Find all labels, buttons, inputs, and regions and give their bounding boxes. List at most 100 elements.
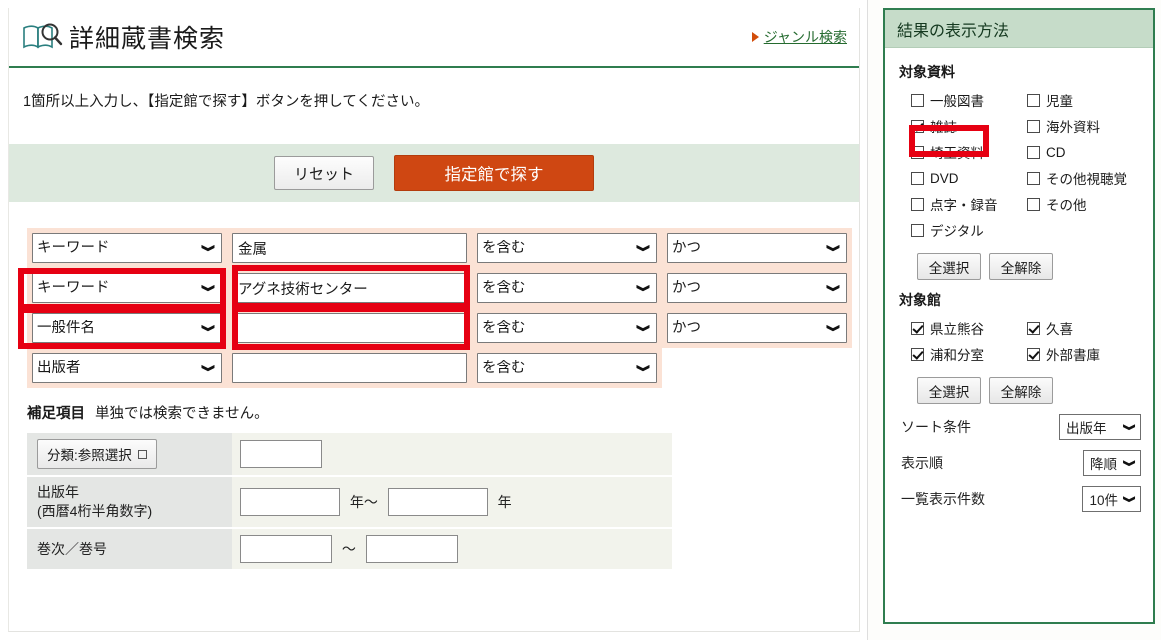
- checkbox-unchecked-icon[interactable]: [911, 93, 924, 107]
- search-field-select-1[interactable]: キーワード: [32, 273, 222, 303]
- action-button-band: リセット 指定館で探す: [9, 144, 859, 202]
- material-checkbox-1[interactable]: 児童: [1027, 89, 1143, 111]
- search-boolean-cell: かつ ❱: [662, 308, 852, 348]
- material-checkbox-0[interactable]: 一般図書: [911, 89, 1027, 111]
- materials-bulk-buttons: 全選択 全解除: [917, 253, 1143, 280]
- genre-search-link[interactable]: ジャンル検索: [764, 27, 847, 47]
- search-operator-select-2[interactable]: を含む: [477, 313, 657, 343]
- chevron-down-icon: ❱: [1122, 421, 1137, 433]
- search-row: キーワード❱ を含む❱かつ❱: [27, 268, 859, 308]
- triangle-bullet-icon: [751, 32, 759, 42]
- book-search-icon: [21, 20, 65, 54]
- material-checkbox-label: 点字・録音: [930, 198, 998, 213]
- chevron-down-icon: ❱: [1122, 457, 1137, 469]
- volume-to-input[interactable]: [365, 534, 458, 563]
- checkbox-checked-icon[interactable]: [911, 347, 924, 361]
- search-button[interactable]: 指定館で探す: [394, 155, 594, 191]
- popup-window-icon: [137, 449, 147, 459]
- volume-separator: ～: [341, 540, 356, 557]
- libraries-group-title: 対象館: [899, 292, 941, 308]
- checkbox-unchecked-icon[interactable]: [911, 197, 924, 211]
- volume-input-cell: ～: [232, 527, 672, 571]
- search-field-select-0[interactable]: キーワード: [32, 233, 222, 263]
- library-checkbox-label: 久喜: [1046, 322, 1073, 337]
- checkbox-checked-icon[interactable]: [1027, 321, 1040, 335]
- library-checkbox-label: 外部書庫: [1046, 348, 1100, 363]
- material-checkbox-5[interactable]: CD: [1027, 141, 1143, 163]
- libraries-clear-all-button[interactable]: 全解除: [989, 377, 1053, 404]
- results-per-page-value: 10件: [1089, 493, 1118, 508]
- genre-search-link-wrap[interactable]: ジャンル検索: [751, 27, 847, 47]
- materials-group-title: 対象資料: [899, 64, 955, 80]
- materials-checkbox-grid: 一般図書 児童 雑誌 海外資料埼玉資料 CD DVD その他視聴覚点字・録音 その他デジタル: [911, 89, 1143, 241]
- material-checkbox-10[interactable]: デジタル: [911, 219, 1027, 241]
- reset-button[interactable]: リセット: [274, 156, 374, 190]
- search-operator-select-3[interactable]: を含む: [477, 353, 657, 383]
- libraries-select-all-button[interactable]: 全選択: [917, 377, 981, 404]
- material-checkbox-2[interactable]: 雑誌: [911, 115, 1027, 137]
- material-checkbox-8[interactable]: 点字・録音: [911, 193, 1027, 215]
- sort-condition-row: ソート条件 出版年 ❱: [901, 414, 1141, 440]
- checkbox-checked-icon[interactable]: [911, 119, 924, 133]
- material-checkbox-label: 埼玉資料: [930, 146, 984, 161]
- classification-input[interactable]: [240, 440, 322, 468]
- search-field-select-3[interactable]: 出版者: [32, 353, 222, 383]
- volume-label-cell: 巻次／巻号: [27, 527, 232, 571]
- search-field-cell: 一般件名 ❱: [27, 308, 227, 348]
- checkbox-unchecked-icon[interactable]: [1027, 93, 1040, 107]
- search-form-container: 詳細蔵書検索 ジャンル検索 1箇所以上入力し、【指定館で探す】ボタンを押してくだ…: [8, 8, 860, 632]
- search-value-cell: [227, 228, 472, 268]
- checkbox-unchecked-icon[interactable]: [1027, 145, 1040, 159]
- volume-from-input[interactable]: [240, 534, 332, 563]
- search-value-input-1[interactable]: [232, 273, 467, 303]
- checkbox-checked-icon[interactable]: [1027, 347, 1040, 361]
- search-field-select-2[interactable]: 一般件名: [32, 313, 222, 343]
- checkbox-unchecked-icon[interactable]: [911, 145, 924, 159]
- library-checkbox-1[interactable]: 久喜: [1027, 317, 1143, 339]
- library-checkbox-label: 浦和分室: [930, 348, 984, 363]
- sort-condition-select[interactable]: 出版年 ❱: [1059, 414, 1141, 440]
- material-checkbox-9[interactable]: その他: [1027, 193, 1143, 215]
- pubyear-to-input[interactable]: [387, 487, 488, 516]
- search-row: キーワード❱ を含む❱かつ❱: [27, 228, 859, 268]
- sort-order-select[interactable]: 降順 ❱: [1083, 450, 1141, 476]
- classification-label-cell: 分類:参照選択: [27, 433, 232, 477]
- instruction-text: 1箇所以上入力し、【指定館で探す】ボタンを押してください。: [23, 94, 429, 110]
- material-checkbox-label: デジタル: [930, 224, 984, 239]
- search-value-cell: [227, 348, 472, 388]
- checkbox-unchecked-icon[interactable]: [1027, 171, 1040, 185]
- search-value-cell: [227, 308, 472, 348]
- results-per-page-select[interactable]: 10件 ❱: [1082, 486, 1141, 512]
- material-checkbox-label: 海外資料: [1046, 120, 1100, 135]
- search-row: 一般件名 ❱ を含む ❱ かつ ❱: [27, 308, 859, 348]
- search-boolean-select-1[interactable]: かつ: [667, 273, 847, 303]
- search-boolean-select-2[interactable]: かつ: [667, 313, 847, 343]
- material-checkbox-4[interactable]: 埼玉資料: [911, 141, 1027, 163]
- table-row-volume: 巻次／巻号 ～: [27, 527, 672, 571]
- material-checkbox-7[interactable]: その他視聴覚: [1027, 167, 1143, 189]
- library-checkbox-0[interactable]: 県立熊谷: [911, 317, 1027, 339]
- materials-clear-all-button[interactable]: 全解除: [989, 253, 1053, 280]
- search-boolean-cell: [662, 348, 852, 388]
- checkbox-unchecked-icon[interactable]: [1027, 197, 1040, 211]
- checkbox-unchecked-icon[interactable]: [911, 223, 924, 237]
- search-operator-select-0[interactable]: を含む: [477, 233, 657, 263]
- libraries-bulk-buttons: 全選択 全解除: [917, 377, 1143, 404]
- material-checkbox-6[interactable]: DVD: [911, 167, 1027, 189]
- materials-select-all-button[interactable]: 全選択: [917, 253, 981, 280]
- library-checkbox-2[interactable]: 浦和分室: [911, 343, 1027, 365]
- supplementary-note: 単独では検索できません。: [95, 406, 269, 422]
- library-checkbox-3[interactable]: 外部書庫: [1027, 343, 1143, 365]
- search-value-input-0[interactable]: [232, 233, 467, 263]
- material-checkbox-3[interactable]: 海外資料: [1027, 115, 1143, 137]
- pubyear-from-input[interactable]: [240, 487, 340, 516]
- search-value-input-3[interactable]: [232, 353, 467, 383]
- checkbox-unchecked-icon[interactable]: [911, 171, 924, 185]
- classification-reference-button[interactable]: 分類:参照選択: [37, 439, 157, 469]
- search-boolean-select-0[interactable]: かつ: [667, 233, 847, 263]
- search-value-input-2[interactable]: [232, 313, 467, 343]
- checkbox-checked-icon[interactable]: [911, 321, 924, 335]
- search-operator-select-1[interactable]: を含む: [477, 273, 657, 303]
- checkbox-unchecked-icon[interactable]: [1027, 119, 1040, 133]
- pubyear-input-cell: 年～ 年: [232, 476, 672, 529]
